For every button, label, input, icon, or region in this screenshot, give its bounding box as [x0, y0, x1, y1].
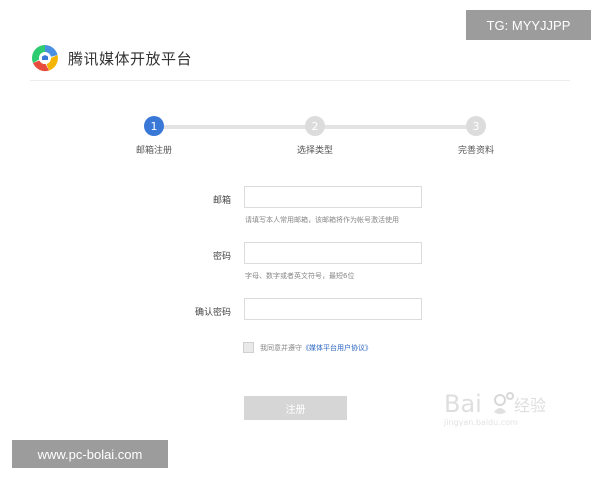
step-1-circle: 1: [144, 116, 164, 136]
header-divider: [30, 80, 570, 81]
email-field[interactable]: [244, 186, 422, 208]
password-hint: 字母、数字或者英文符号，最短6位: [245, 272, 355, 280]
baidu-jingyan-watermark-icon: Bai 经验 jingyan.baidu.com: [442, 384, 552, 428]
agreement-row: 我同意并遵守 《媒体平台用户协议》: [243, 342, 372, 353]
header: 腾讯媒体开放平台: [30, 42, 192, 74]
site-url-badge: www.pc-bolai.com: [12, 440, 168, 468]
step-1-label: 邮箱注册: [135, 146, 172, 156]
step-3-circle: 3: [466, 116, 486, 136]
step-2-circle: 2: [305, 116, 325, 136]
agree-checkbox[interactable]: [243, 342, 254, 353]
step-2-label: 选择类型: [296, 146, 333, 156]
svg-text:Bai: Bai: [444, 390, 482, 418]
agree-text: 我同意并遵守: [260, 343, 302, 352]
user-agreement-link[interactable]: 《媒体平台用户协议》: [302, 343, 372, 353]
confirm-password-field[interactable]: [244, 298, 422, 320]
password-field[interactable]: [244, 242, 422, 264]
registration-page: 腾讯媒体开放平台 1 邮箱注册 2 选择类型 3 完善资料 邮箱 请填写本人常用…: [0, 0, 600, 480]
tencent-media-logo-icon: [30, 43, 60, 73]
svg-text:经验: 经验: [514, 396, 546, 415]
password-label: 密码: [212, 252, 231, 262]
email-label: 邮箱: [212, 196, 231, 206]
page-title: 腾讯媒体开放平台: [68, 49, 193, 68]
email-hint: 请填写本人常用邮箱，该邮箱将作为帐号激活使用: [245, 216, 399, 224]
confirm-password-label: 确认密码: [194, 308, 231, 318]
step-indicator: 1 邮箱注册 2 选择类型 3 完善资料: [0, 115, 600, 165]
svg-text:jingyan.baidu.com: jingyan.baidu.com: [443, 418, 518, 427]
register-button[interactable]: 注册: [244, 396, 347, 420]
step-3-label: 完善资料: [457, 146, 494, 156]
tg-contact-badge: TG: MYYJJPP: [466, 10, 591, 40]
